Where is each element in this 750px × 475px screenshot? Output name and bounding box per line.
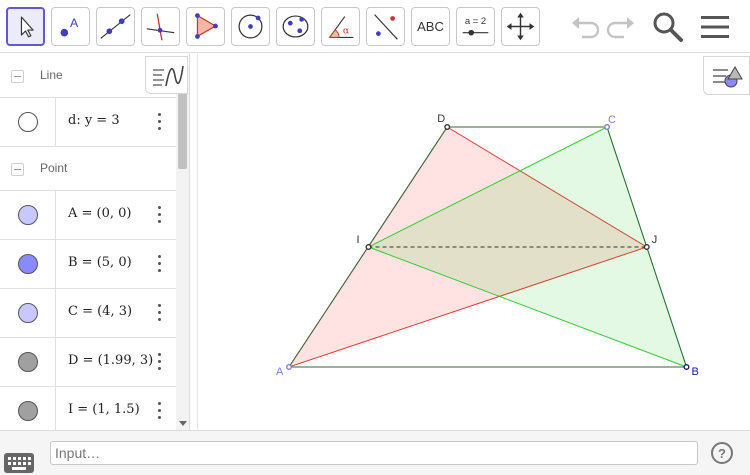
point-D[interactable] [444,123,451,130]
graphics-style-bar-button[interactable] [703,56,750,95]
polygon-tool-button[interactable] [186,7,225,46]
circle-center-icon [238,14,263,39]
move-graphics-icon [506,12,535,41]
undo-button[interactable] [568,10,602,44]
arrow-cursor-icon [20,16,34,38]
text-tool-button[interactable]: ABC [411,7,450,46]
point-tool-button[interactable]: A [51,7,90,46]
perpendicular-line-icon [146,13,175,41]
group-name: Line [40,68,63,82]
redo-button[interactable] [604,10,638,44]
algebra-item[interactable]: d: y = 3 [0,98,176,147]
angle-tool-button[interactable]: α [321,7,360,46]
reflect-tool-button[interactable] [366,7,405,46]
more-options-icon[interactable] [155,350,165,374]
more-options-icon[interactable] [155,252,165,276]
point-J[interactable] [643,243,650,250]
keyboard-icon [8,457,31,470]
algebra-sort-button[interactable] [145,56,188,94]
point-B[interactable] [683,364,690,371]
algebra-scrollbar[interactable] [176,65,189,430]
slider-tool-button[interactable]: a = 2 [456,7,495,46]
more-options-icon[interactable] [155,301,165,325]
algebra-item[interactable]: C = (4, 3) [0,289,176,338]
algebra-item-expression[interactable]: d: y = 3 [68,113,120,128]
redo-icon [606,17,634,39]
search-icon [653,12,683,42]
more-options-icon[interactable] [155,110,165,134]
line-tool-button[interactable] [96,7,135,46]
toolbar: A α ABC a = 2 [0,0,750,53]
reflect-line-icon [374,14,398,40]
point-label-I: I [357,234,360,246]
angle-icon: α [328,16,354,38]
geometry-canvas[interactable]: A B C D I J [198,54,750,430]
point-label-A: A [276,366,284,378]
sort-graph-icon [153,65,184,87]
svg-text:A: A [70,16,79,30]
collapse-icon[interactable] [11,163,24,176]
point-label-B: B [692,366,699,378]
algebra-input-field[interactable] [50,441,698,465]
perpendicular-tool-button[interactable] [141,7,180,46]
graphics-view[interactable]: A B C D I J [197,54,750,430]
visibility-toggle[interactable] [18,254,38,274]
point-label-J: J [652,234,658,246]
style-bar-toggle-icon [713,66,743,88]
algebra-item[interactable]: B = (5, 0) [0,240,176,289]
more-options-icon[interactable] [155,203,165,227]
input-bar: ? [0,430,750,475]
undo-icon [572,17,600,39]
visibility-toggle[interactable] [18,303,38,323]
point-icon: A [60,16,79,37]
help-icon: ? [718,445,726,461]
algebra-item[interactable]: A = (0, 0) [0,191,176,240]
algebra-item-expression[interactable]: D = (1.99, 3) [68,353,153,368]
svg-text:a = 2: a = 2 [465,16,486,27]
algebra-view: Line d: y = 3 Point A = (0, 0) B = (5, 0… [0,54,190,430]
move-tool-button[interactable] [6,7,45,46]
algebra-item-expression[interactable]: B = (5, 0) [68,255,132,270]
point-I[interactable] [365,243,372,250]
polygon-icon [195,13,218,39]
hamburger-menu-icon [701,16,729,38]
point-label-C: C [608,114,616,126]
circle-tool-button[interactable] [231,7,270,46]
group-name: Point [40,161,68,175]
text-icon: ABC [417,19,444,34]
point-A[interactable] [285,364,292,371]
ellipse-tool-button[interactable] [276,7,315,46]
more-options-icon[interactable] [155,399,165,423]
line-icon [100,14,131,39]
svg-text:α: α [343,26,350,37]
move-view-tool-button[interactable] [501,7,540,46]
visibility-toggle[interactable] [18,401,38,421]
algebra-item-expression[interactable]: C = (4, 3) [68,304,132,319]
algebra-item-expression[interactable]: A = (0, 0) [68,206,132,221]
slider-icon: a = 2 [462,16,489,36]
group-header-point[interactable]: Point [0,147,176,191]
algebra-item[interactable]: D = (1.99, 3) [0,338,176,387]
visibility-toggle[interactable] [18,352,38,372]
point-label-D: D [437,113,445,125]
collapse-icon[interactable] [11,70,24,83]
keyboard-button[interactable] [4,453,34,473]
search-button[interactable] [651,10,685,44]
visibility-toggle[interactable] [18,112,38,132]
ellipse-icon [282,15,309,38]
help-button[interactable]: ? [711,442,733,464]
algebra-item-expression[interactable]: I = (1, 1.5) [68,402,140,417]
scroll-down-arrow-icon[interactable] [179,421,187,426]
triangle-ICB[interactable] [367,126,688,368]
visibility-toggle[interactable] [18,205,38,225]
algebra-item[interactable]: I = (1, 1.5) [0,387,176,430]
main-menu-button[interactable] [698,10,732,44]
